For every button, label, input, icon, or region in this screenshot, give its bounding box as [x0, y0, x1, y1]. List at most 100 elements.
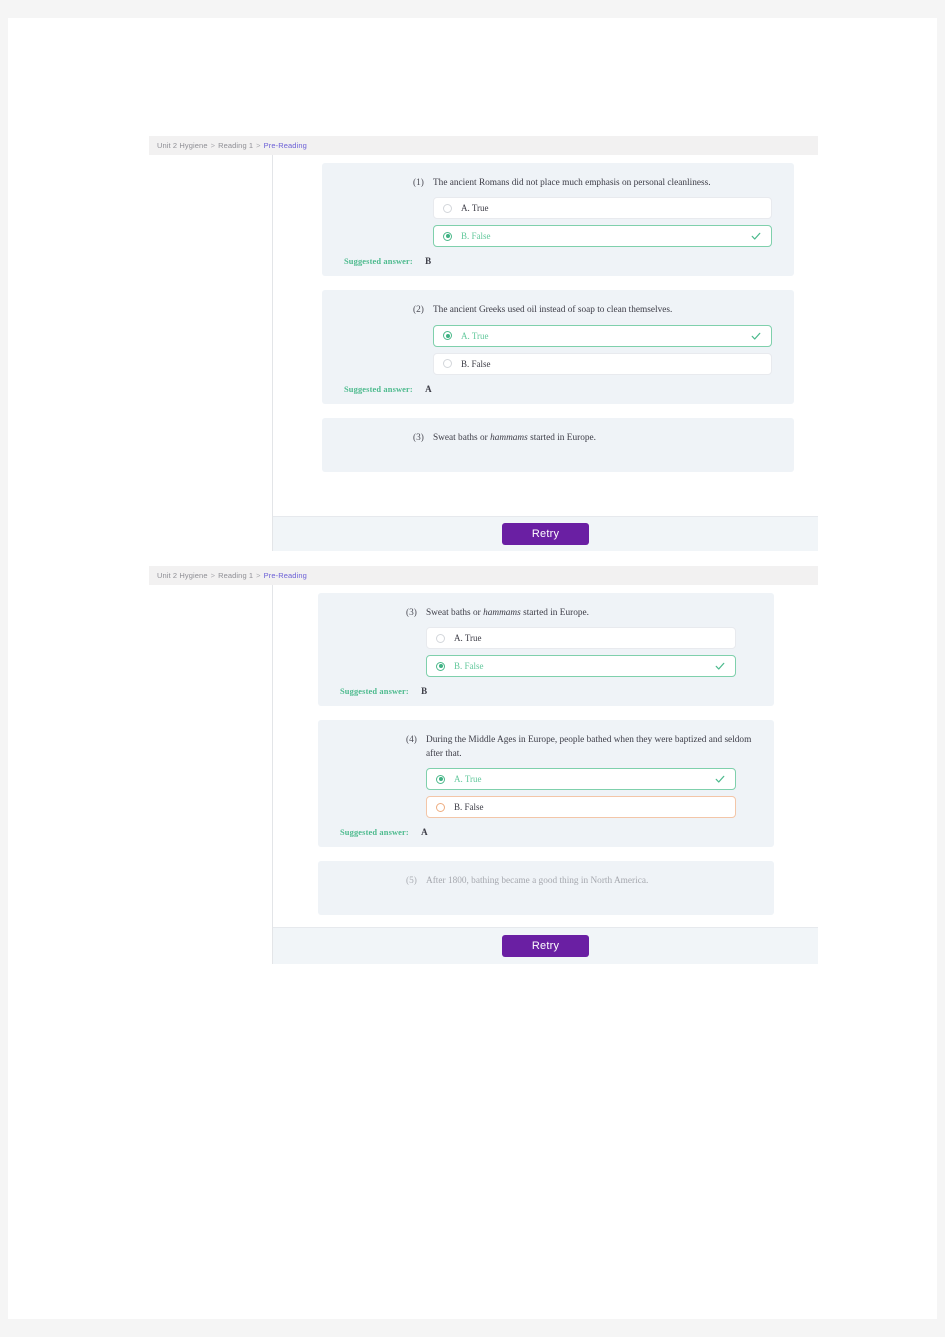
screenshot-panel-top: Unit 2 Hygiene > Reading 1 > Pre-Reading… [149, 136, 818, 551]
option-row[interactable]: B. False [433, 352, 772, 375]
question-card: (3) Sweat baths or hammams started in Eu… [318, 593, 774, 707]
radio-icon[interactable] [436, 661, 445, 671]
option-row[interactable]: B. False [433, 225, 772, 248]
question-card: (2) The ancient Greeks used oil instead … [322, 290, 794, 404]
question-text: Sweat baths or hammams started in Europe… [433, 432, 596, 443]
option-label: A. True [454, 774, 482, 785]
radio-icon[interactable] [443, 331, 452, 341]
question-card: (1) The ancient Romans did not place muc… [322, 163, 794, 277]
panel-body: (3) Sweat baths or hammams started in Eu… [149, 585, 818, 964]
suggested-answer-value: A [425, 383, 432, 394]
question-number: (2) [413, 305, 424, 316]
option-row[interactable]: A. True [433, 197, 772, 220]
question-scroll-area[interactable]: (3) Sweat baths or hammams started in Eu… [273, 585, 818, 928]
radio-icon[interactable] [443, 203, 452, 213]
option-label: B. False [454, 802, 484, 813]
suggested-answer-value: B [425, 256, 432, 267]
option-row[interactable]: A. True [426, 768, 736, 791]
checkmark-icon [751, 233, 761, 241]
document-sheet: Unit 2 Hygiene > Reading 1 > Pre-Reading… [8, 18, 937, 1319]
retry-button[interactable]: Retry [501, 523, 590, 545]
question-italic-term: hammams [490, 432, 528, 443]
question-prompt: (5) After 1800, bathing became a good th… [334, 875, 758, 888]
breadcrumb-current[interactable]: Pre-Reading [264, 571, 307, 580]
option-label: B. False [461, 358, 491, 369]
radio-icon[interactable] [443, 231, 452, 241]
question-prompt: (3) Sweat baths or hammams started in Eu… [334, 607, 758, 620]
content-column: (3) Sweat baths or hammams started in Eu… [273, 585, 818, 964]
question-prompt: (1) The ancient Romans did not place muc… [338, 177, 778, 190]
suggested-answer-value: B [421, 686, 428, 697]
question-number: (4) [406, 735, 417, 746]
breadcrumb-separator: > [256, 141, 261, 150]
breadcrumb-current[interactable]: Pre-Reading [264, 141, 307, 150]
suggested-answer-value: A [421, 827, 428, 838]
checkmark-icon [715, 776, 725, 784]
breadcrumb: Unit 2 Hygiene > Reading 1 > Pre-Reading [149, 566, 818, 585]
question-list: (3) Sweat baths or hammams started in Eu… [273, 585, 818, 916]
content-column: (1) The ancient Romans did not place muc… [273, 155, 818, 551]
question-number: (1) [413, 178, 424, 188]
question-prompt: (4) During the Middle Ages in Europe, pe… [334, 734, 758, 761]
option-label: A. True [461, 330, 489, 341]
option-row[interactable]: A. True [426, 627, 736, 650]
radio-icon[interactable] [443, 359, 452, 369]
question-text: During the Middle Ages in Europe, people… [426, 735, 752, 759]
action-footer: Retry [273, 516, 818, 551]
suggested-answer: Suggested answer: A [334, 827, 758, 837]
question-list: (1) The ancient Romans did not place muc… [273, 155, 818, 472]
option-label: A. True [454, 633, 482, 644]
breadcrumb-separator: > [256, 571, 261, 580]
checkmark-icon [751, 332, 761, 340]
breadcrumb-reading[interactable]: Reading 1 [218, 571, 253, 580]
screenshot-panel-bottom: Unit 2 Hygiene > Reading 1 > Pre-Reading… [149, 566, 818, 964]
option-group: A. True B. False [338, 197, 778, 248]
breadcrumb-reading[interactable]: Reading 1 [218, 141, 253, 150]
question-text: After 1800, bathing became a good thing … [426, 876, 649, 887]
option-group: A. True B. False [338, 324, 778, 375]
question-text: Sweat baths or hammams started in Europe… [426, 608, 589, 618]
radio-icon[interactable] [436, 633, 445, 643]
left-rail [149, 585, 273, 964]
page-canvas: Unit 2 Hygiene > Reading 1 > Pre-Reading… [0, 0, 945, 1337]
suggested-answer: Suggested answer: B [338, 256, 778, 266]
suggested-answer-label: Suggested answer: [344, 257, 413, 267]
suggested-answer-label: Suggested answer: [344, 384, 413, 394]
option-label: A. True [461, 203, 489, 214]
question-card: (3) Sweat baths or hammams started in Eu… [322, 417, 794, 472]
option-group: A. True B. False [334, 768, 758, 819]
question-text: The ancient Greeks used oil instead of s… [433, 305, 673, 316]
radio-icon[interactable] [436, 802, 445, 812]
question-prompt: (3) Sweat baths or hammams started in Eu… [338, 432, 778, 445]
option-label: B. False [454, 661, 484, 672]
option-row[interactable]: B. False [426, 655, 736, 678]
left-rail [149, 155, 273, 551]
question-number: (3) [413, 432, 424, 443]
question-text: The ancient Romans did not place much em… [433, 178, 711, 188]
action-footer: Retry [273, 927, 818, 964]
checkmark-icon [715, 663, 725, 671]
breadcrumb-separator: > [210, 571, 216, 580]
option-row[interactable]: B. False [426, 796, 736, 819]
option-label: B. False [461, 231, 491, 242]
panel-body: (1) The ancient Romans did not place muc… [149, 155, 818, 551]
question-card: (4) During the Middle Ages in Europe, pe… [318, 720, 774, 848]
breadcrumb: Unit 2 Hygiene > Reading 1 > Pre-Reading [149, 136, 818, 155]
question-number: (3) [406, 608, 417, 618]
breadcrumb-unit[interactable]: Unit 2 Hygiene [157, 571, 208, 580]
option-row[interactable]: A. True [433, 324, 772, 347]
question-prompt: (2) The ancient Greeks used oil instead … [338, 304, 778, 317]
question-card: (5) After 1800, bathing became a good th… [318, 861, 774, 916]
retry-button[interactable]: Retry [501, 935, 590, 957]
suggested-answer-label: Suggested answer: [340, 828, 409, 838]
suggested-answer-label: Suggested answer: [340, 687, 409, 697]
question-italic-term: hammams [483, 608, 521, 618]
radio-icon[interactable] [436, 774, 445, 784]
suggested-answer: Suggested answer: B [334, 686, 758, 696]
option-group: A. True B. False [334, 627, 758, 678]
breadcrumb-unit[interactable]: Unit 2 Hygiene [157, 141, 208, 150]
breadcrumb-separator: > [210, 141, 216, 150]
question-number: (5) [406, 876, 417, 887]
question-scroll-area[interactable]: (1) The ancient Romans did not place muc… [273, 155, 818, 517]
suggested-answer: Suggested answer: A [338, 384, 778, 394]
